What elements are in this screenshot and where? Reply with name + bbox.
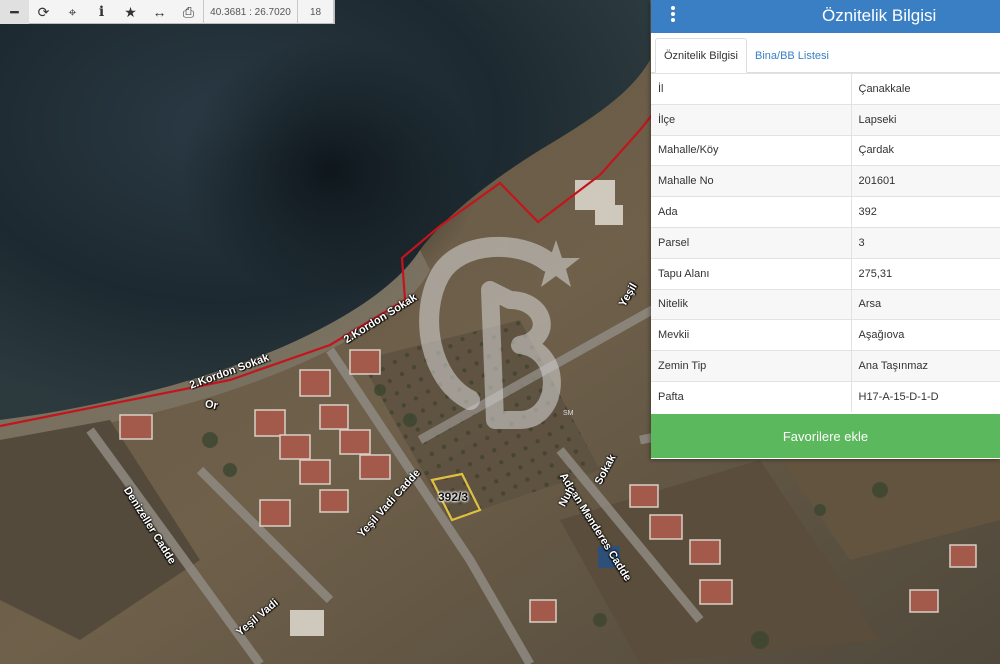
attribute-value: Ana Taşınmaz	[851, 350, 1000, 382]
attribute-key: Mahalle/Köy	[651, 134, 852, 166]
attribute-row: Zemin Tip Ana Taşınmaz	[651, 350, 1000, 382]
attribute-value: Aşağıova	[851, 319, 1000, 351]
tab-building-list[interactable]: Bina/BB Listesi	[747, 38, 837, 73]
attribute-value: Lapseki	[851, 103, 1000, 136]
kebab-menu-icon[interactable]	[669, 6, 677, 26]
measure-icon[interactable]: ↔	[145, 0, 174, 24]
attribute-key: Tapu Alanı	[651, 257, 852, 290]
attribute-value: 201601	[851, 165, 1000, 197]
attribute-value: 275,31	[851, 257, 1000, 290]
panel-tabs: Öznitelik Bilgisi Bina/BB Listesi	[651, 33, 1000, 73]
parcel-label[interactable]: 392/3	[438, 490, 468, 504]
attribute-row: Tapu Alanı 275,31	[651, 257, 1000, 290]
zoom-level: 18	[298, 0, 334, 24]
attribute-row: Pafta H17-A-15-D-1-D	[651, 380, 1000, 413]
attribute-key: Mevkii	[651, 319, 852, 351]
street-label-or: Or	[203, 398, 219, 413]
attribute-value: 392	[851, 196, 1000, 228]
attribute-value: 3	[851, 226, 1000, 259]
print-icon[interactable]: ⎙	[174, 0, 203, 24]
info-icon[interactable]: i	[87, 0, 116, 24]
attribute-value: H17-A-15-D-1-D	[851, 380, 1000, 413]
attribute-key: İlçe	[651, 103, 852, 136]
attribute-value: Arsa	[851, 288, 1000, 320]
attribute-row: Mevkii Aşağıova	[651, 319, 1000, 351]
attribute-key: Parsel	[651, 226, 852, 259]
attribute-panel: Öznitelik Bilgisi Öznitelik Bilgisi Bina…	[651, 0, 1000, 459]
attribute-key: Pafta	[651, 380, 852, 413]
panel-header: Öznitelik Bilgisi	[651, 0, 1000, 33]
attribute-key: İl	[651, 73, 852, 105]
panel-title: Öznitelik Bilgisi	[822, 6, 937, 25]
attribute-row: İlçe Lapseki	[651, 103, 1000, 136]
tab-attributes[interactable]: Öznitelik Bilgisi	[655, 38, 747, 73]
attribute-key: Ada	[651, 196, 852, 228]
crosshair-icon[interactable]: ⌖	[58, 0, 87, 24]
refresh-icon[interactable]: ⟳	[29, 0, 58, 24]
map-toolbar: ━ ⟳ ⌖ i ★ ↔ ⎙ 40.3681 : 26.7020 18	[0, 0, 335, 24]
attribute-key: Zemin Tip	[651, 350, 852, 382]
attribute-row: Mahalle/Köy Çardak	[651, 134, 1000, 166]
attribute-row: Parsel 3	[651, 226, 1000, 259]
attribute-value: Çanakkale	[851, 73, 1000, 105]
watermark-service-mark: SM	[563, 410, 574, 417]
attribute-row: Mahalle No 201601	[651, 165, 1000, 197]
attribute-row: Nitelik Arsa	[651, 288, 1000, 320]
star-icon[interactable]: ★	[116, 0, 145, 24]
add-favorite-button[interactable]: Favorilere ekle	[651, 414, 1000, 458]
attribute-key: Mahalle No	[651, 165, 852, 197]
zoom-out-icon[interactable]: ━	[0, 0, 29, 24]
attribute-table: İl Çanakkale İlçe Lapseki Mahalle/Köy Çardak M…	[651, 73, 1000, 413]
attribute-key: Nitelik	[651, 288, 852, 320]
attribute-value: Çardak	[851, 134, 1000, 166]
attribute-row: İl Çanakkale	[651, 73, 1000, 105]
coordinate-readout: 40.3681 : 26.7020	[203, 0, 298, 24]
attribute-row: Ada 392	[651, 196, 1000, 228]
